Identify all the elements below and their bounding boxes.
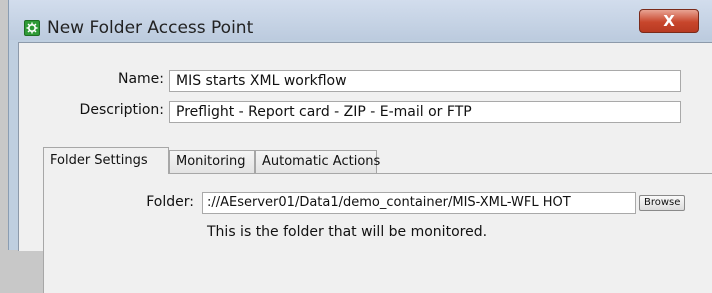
dialog-window: New Folder Access Point X Name: MIS star… [8,0,712,293]
title-bar: New Folder Access Point X [9,0,712,40]
tab-monitoring[interactable]: Monitoring [169,150,255,173]
folder-settings-panel: Folder: ://AEserver01/Data1/demo_contain… [43,173,712,293]
window-title: New Folder Access Point [47,18,254,38]
dialog-body: Name: MIS starts XML workflow Descriptio… [18,42,712,293]
name-field[interactable]: MIS starts XML workflow [169,70,681,92]
browse-button[interactable]: Browse [639,195,686,211]
description-label: Description: [79,102,164,118]
tab-automatic-actions[interactable]: Automatic Actions [255,150,380,173]
description-field[interactable]: Preflight - Report card - ZIP - E-mail o… [169,101,681,123]
tab-folder-settings[interactable]: Folder Settings [43,147,169,174]
gear-icon [24,20,40,36]
folder-label: Folder: [146,194,194,210]
name-label: Name: [117,71,164,87]
folder-hint: This is the folder that will be monitore… [207,224,488,240]
folder-path-field[interactable]: ://AEserver01/Data1/demo_container/MIS-X… [202,192,636,214]
close-button[interactable]: X [639,9,699,33]
